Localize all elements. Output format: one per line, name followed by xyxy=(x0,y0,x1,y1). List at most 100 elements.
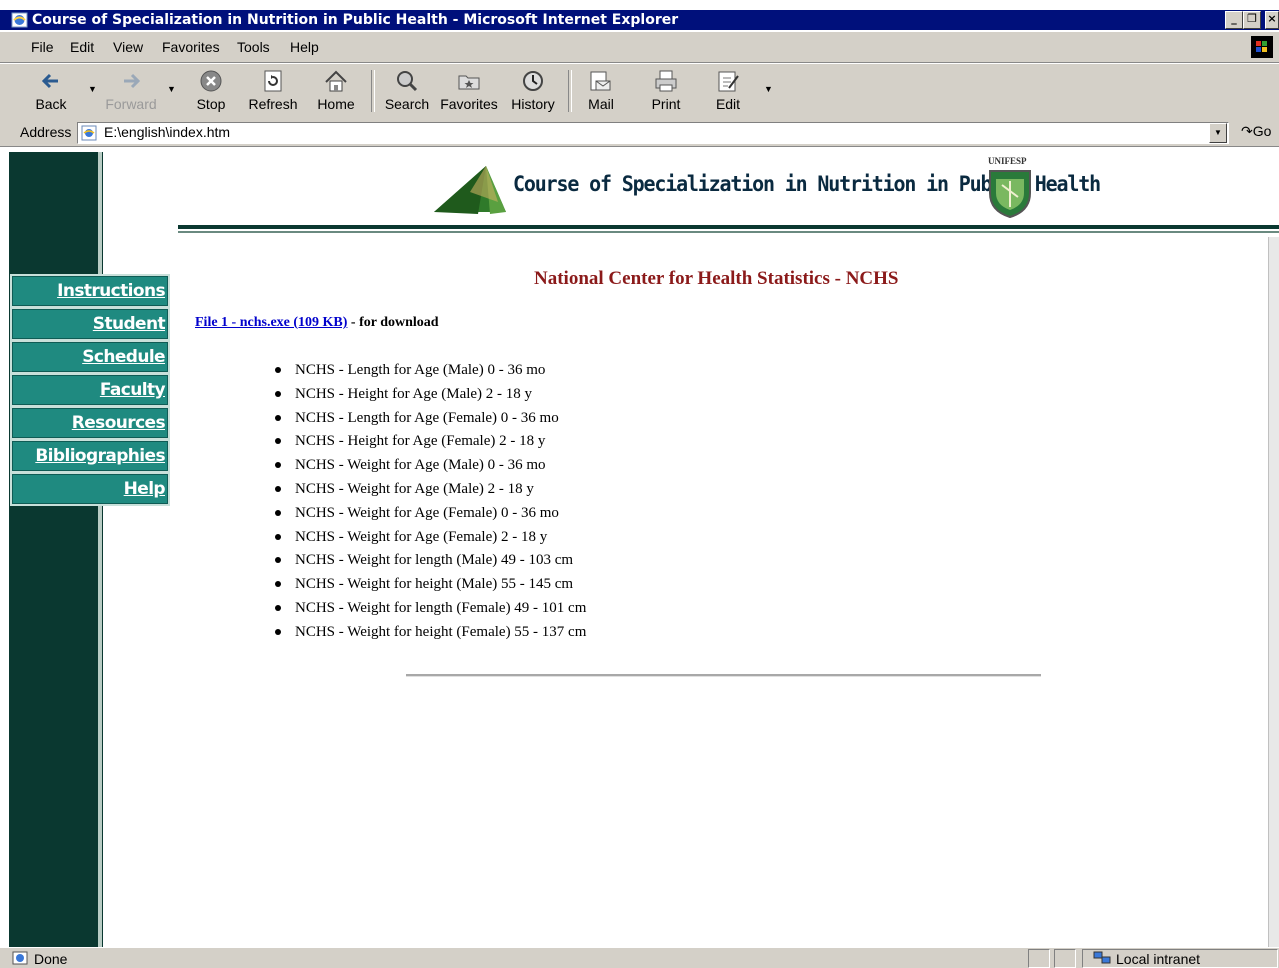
address-bar: Address E:\english\index.htm ▼ ↷Go xyxy=(0,119,1279,147)
go-button[interactable]: ↷Go xyxy=(1241,123,1271,140)
page-done-icon xyxy=(12,951,28,965)
edit-button[interactable]: Edit xyxy=(710,68,746,116)
bullet-icon xyxy=(275,509,281,516)
list-item-text: NCHS - Length for Age (Female) 0 - 36 mo xyxy=(295,409,559,426)
list-item: NCHS - Weight for height (Male) 55 - 145… xyxy=(275,574,586,598)
list-item: NCHS - Weight for Age (Female) 2 - 18 y xyxy=(275,527,586,551)
bullet-icon xyxy=(275,485,281,492)
back-arrow-icon xyxy=(41,73,58,89)
list-item: NCHS - Length for Age (Male) 0 - 36 mo xyxy=(275,360,586,384)
print-button[interactable]: Print xyxy=(648,68,684,116)
list-item: NCHS - Height for Age (Male) 2 - 18 y xyxy=(275,384,586,408)
toolbar-separator xyxy=(568,70,572,112)
menu-help[interactable]: Help xyxy=(290,39,319,55)
toolbar-more-icon[interactable]: ▼ xyxy=(764,84,773,94)
close-button[interactable]: × xyxy=(1265,11,1279,29)
back-dropdown-icon[interactable]: ▼ xyxy=(88,84,97,94)
list-item-text: NCHS - Weight for Age (Female) 0 - 36 mo xyxy=(295,504,559,521)
home-icon xyxy=(325,70,347,92)
list-item-text: NCHS - Weight for Age (Male) 0 - 36 mo xyxy=(295,457,546,474)
address-dropdown-icon[interactable]: ▼ xyxy=(1209,123,1227,143)
bullet-icon xyxy=(275,581,281,588)
download-link[interactable]: File 1 - nchs.exe (109 KB) xyxy=(195,315,347,330)
sidebar-divider-edge xyxy=(102,152,103,947)
list-item-text: NCHS - Weight for Age (Female) 2 - 18 y xyxy=(295,528,548,545)
mail-button[interactable]: Mail xyxy=(583,68,619,116)
nav-bibliographies[interactable]: Bibliographies xyxy=(10,439,170,473)
list-item: NCHS - Weight for Age (Male) 2 - 18 y xyxy=(275,479,586,503)
menu-edit[interactable]: Edit xyxy=(70,39,94,55)
status-bar: Done Local intranet xyxy=(0,947,1279,968)
list-item: NCHS - Weight for Age (Female) 0 - 36 mo xyxy=(275,503,586,527)
window-title: Course of Specialization in Nutrition in… xyxy=(32,12,679,28)
list-item-text: NCHS - Weight for height (Male) 55 - 145… xyxy=(295,576,574,593)
forward-dropdown-icon[interactable]: ▼ xyxy=(167,84,176,94)
home-button[interactable]: Home xyxy=(315,68,357,116)
status-pane xyxy=(1028,949,1050,968)
menu-favorites[interactable]: Favorites xyxy=(162,39,220,55)
list-item-text: NCHS - Height for Age (Female) 2 - 18 y xyxy=(295,433,546,450)
list-item-text: NCHS - Weight for length (Male) 49 - 103… xyxy=(295,552,574,569)
bullet-icon xyxy=(275,628,281,635)
refresh-button[interactable]: Refresh xyxy=(245,68,301,116)
list-item: NCHS - Weight for Age (Male) 0 - 36 mo xyxy=(275,455,586,479)
file-list: NCHS - Length for Age (Male) 0 - 36 mo NC… xyxy=(275,360,586,646)
bullet-icon xyxy=(275,462,281,469)
bullet-icon xyxy=(275,604,281,611)
toolbar-separator xyxy=(371,70,375,112)
left-sidebar-band xyxy=(9,152,98,947)
list-item-text: NCHS - Length for Age (Male) 0 - 36 mo xyxy=(295,362,546,378)
windows-logo-icon xyxy=(1251,36,1273,58)
bullet-icon xyxy=(275,533,281,540)
bullet-icon xyxy=(275,414,281,421)
list-item: NCHS - Weight for length (Male) 49 - 103… xyxy=(275,550,586,574)
download-line: File 1 - nchs.exe (109 KB) - for downloa… xyxy=(195,315,439,331)
address-url: E:\english\index.htm xyxy=(104,124,231,140)
search-icon xyxy=(397,71,418,92)
list-item-text: NCHS - Weight for length (Female) 49 - 1… xyxy=(295,599,587,616)
bullet-icon xyxy=(275,367,281,373)
menu-tools[interactable]: Tools xyxy=(237,39,270,55)
vertical-scrollbar[interactable] xyxy=(1268,237,1279,947)
forward-arrow-icon xyxy=(124,73,141,89)
status-pane xyxy=(1054,949,1076,968)
search-button[interactable]: Search xyxy=(383,68,431,116)
mail-icon xyxy=(590,71,611,91)
bullet-icon xyxy=(275,557,281,564)
unifesp-seal-icon xyxy=(989,170,1031,219)
seal-caption: UNIFESP xyxy=(988,156,1027,166)
zone-text: Local intranet xyxy=(1116,951,1201,967)
menu-view[interactable]: View xyxy=(113,39,143,55)
favorites-folder-icon xyxy=(458,75,480,90)
page-heading: National Center for Health Statistics - … xyxy=(534,268,899,289)
nav-faculty[interactable]: Faculty xyxy=(10,373,170,407)
menu-file[interactable]: File xyxy=(31,39,54,55)
history-button[interactable]: History xyxy=(510,68,556,116)
address-input[interactable]: E:\english\index.htm xyxy=(77,122,1229,144)
bullet-icon xyxy=(275,390,281,397)
forward-button[interactable]: Forward xyxy=(105,68,157,116)
list-item-text: NCHS - Weight for Age (Male) 2 - 18 y xyxy=(295,480,534,497)
menu-bar: File Edit View Favorites Tools Help xyxy=(0,32,1279,63)
minimize-button[interactable]: _ xyxy=(1225,11,1243,29)
nav-schedule[interactable]: Schedule xyxy=(10,340,170,374)
favorites-button[interactable]: Favorites xyxy=(440,68,498,116)
maximize-button[interactable]: ❐ xyxy=(1243,11,1261,29)
intranet-zone-icon xyxy=(1093,951,1111,964)
nav-resources[interactable]: Resources xyxy=(10,406,170,440)
list-item: NCHS - Weight for height (Female) 55 - 1… xyxy=(275,622,586,646)
status-text: Done xyxy=(34,951,68,967)
history-icon xyxy=(523,71,543,91)
pyramid-logo-icon xyxy=(434,166,506,214)
nav-help[interactable]: Help xyxy=(10,472,170,506)
download-suffix: - for download xyxy=(347,315,439,330)
nav-instructions[interactable]: Instructions xyxy=(10,274,170,308)
content-divider xyxy=(406,674,1041,677)
ie-page-icon xyxy=(11,12,28,28)
back-button[interactable]: Back xyxy=(33,68,69,116)
stop-button[interactable]: Stop xyxy=(193,68,229,116)
refresh-icon xyxy=(264,70,282,92)
edit-page-icon xyxy=(718,71,739,92)
nav-student[interactable]: Student xyxy=(10,307,170,341)
address-label: Address xyxy=(20,124,72,140)
